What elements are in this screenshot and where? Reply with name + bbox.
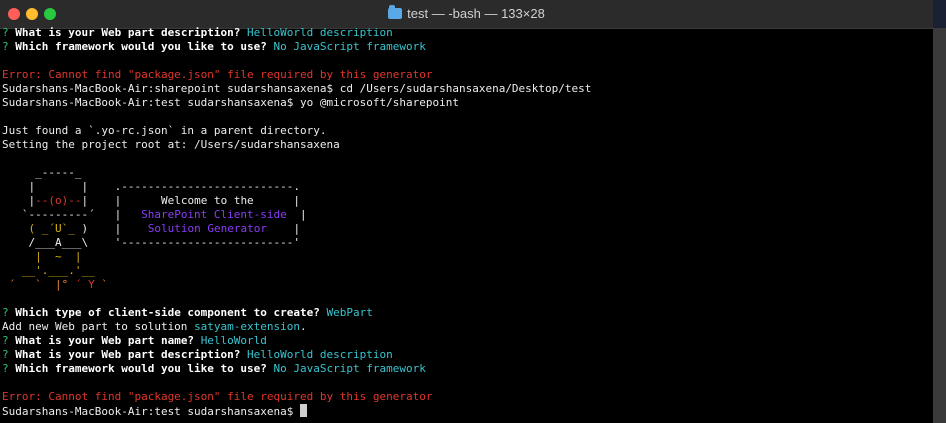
- terminal-text: |: [286, 208, 307, 221]
- terminal-text: No JavaScript framework: [273, 362, 426, 375]
- terminal-text: Which framework would you like to use?: [15, 362, 274, 375]
- terminal-text: Error: Cannot find "package.json" file r…: [2, 68, 433, 81]
- terminal-text: ?: [2, 26, 16, 39]
- terminal-text: Welcome to the: [160, 194, 254, 207]
- terminal-text: (: [2, 222, 42, 235]
- terminal-line: Sudarshans-MacBook-Air:test sudarshansax…: [2, 96, 931, 110]
- terminal-output[interactable]: ? What is your Web part description? Hel…: [2, 26, 931, 421]
- terminal-line: ´ ` |° ´ Y `: [2, 278, 931, 292]
- terminal-line: | | .--------------------------.: [2, 180, 931, 194]
- terminal-line: ? Which type of client-side component to…: [2, 306, 931, 320]
- terminal-text: .: [300, 320, 307, 333]
- terminal-text: ´: [2, 278, 36, 291]
- terminal-text: HelloWorld description: [247, 348, 393, 361]
- terminal-text: `---------´ |: [2, 208, 142, 221]
- terminal-text: ?: [2, 306, 16, 319]
- title-bar[interactable]: test — -bash — 133×28: [0, 0, 933, 29]
- terminal-text: Error: Cannot find "package.json" file r…: [2, 390, 433, 403]
- terminal-text: '--------------------------': [114, 236, 301, 249]
- terminal-text: | |: [2, 180, 115, 193]
- terminal-text: ?: [2, 348, 16, 361]
- terminal-text: WebPart: [326, 306, 373, 319]
- terminal-line: Just found a `.yo-rc.json` in a parent d…: [2, 124, 931, 138]
- terminal-text: | ~ |: [2, 250, 82, 263]
- terminal-text: --(o)--: [35, 194, 82, 207]
- text-cursor: [300, 404, 308, 417]
- terminal-text: What is your Web part name?: [15, 334, 201, 347]
- terminal-line: Sudarshans-MacBook-Air:test sudarshansax…: [2, 404, 931, 418]
- terminal-text: What is your Web part description?: [15, 348, 248, 361]
- terminal-text: satyam-extension: [194, 320, 301, 333]
- window-title-text: test — -bash — 133×28: [407, 6, 545, 21]
- terminal-line: __'.___.'__: [2, 264, 931, 278]
- terminal-text: Sudarshans-MacBook-Air:test sudarshansax…: [2, 96, 459, 109]
- terminal-text: __: [81, 264, 95, 277]
- terminal-line: ? What is your Web part description? Hel…: [2, 26, 931, 40]
- terminal-line: |--(o)--| | Welcome to the |: [2, 194, 931, 208]
- terminal-line: Sudarshans-MacBook-Air:sharepoint sudars…: [2, 82, 931, 96]
- terminal-text: Which type of client-side component to c…: [15, 306, 327, 319]
- terminal-line: /___A___\ '--------------------------': [2, 236, 931, 250]
- terminal-text: .--------------------------.: [114, 180, 301, 193]
- terminal-text: What is your Web part description?: [15, 26, 248, 39]
- terminal-text: Just found a `.yo-rc.json` in a parent d…: [2, 124, 327, 137]
- terminal-line: Setting the project root at: /Users/suda…: [2, 138, 931, 152]
- terminal-text: Sudarshans-MacBook-Air:sharepoint sudars…: [2, 82, 592, 95]
- terminal-text: Setting the project root at: /Users/suda…: [2, 138, 340, 151]
- terminal-text: _-----_: [2, 166, 82, 179]
- folder-icon: [388, 5, 403, 19]
- terminal-text: _´U`_: [41, 222, 75, 235]
- terminal-line: Add new Web part to solution satyam-exte…: [2, 320, 931, 334]
- terminal-text: ?: [2, 334, 16, 347]
- terminal-text: | |: [81, 194, 161, 207]
- terminal-text: SharePoint Client-side: [141, 208, 287, 221]
- terminal-line: ? What is your Web part description? Hel…: [2, 348, 931, 362]
- terminal-line: ( _´U`_ ) | Solution Generator |: [2, 222, 931, 236]
- terminal-text: HelloWorld: [200, 334, 267, 347]
- terminal-line: ? Which framework would you like to use?…: [2, 362, 931, 376]
- terminal-text: ) |: [74, 222, 148, 235]
- terminal-text: ?: [2, 40, 16, 53]
- terminal-line: `---------´ | SharePoint Client-side |: [2, 208, 931, 222]
- terminal-window: test — -bash — 133×28 ? What is your Web…: [0, 0, 933, 423]
- terminal-text: Sudarshans-MacBook-Air:test sudarshansax…: [2, 405, 301, 418]
- terminal-line: ? What is your Web part name? HelloWorld: [2, 334, 931, 348]
- terminal-line: Error: Cannot find "package.json" file r…: [2, 68, 931, 82]
- terminal-text: HelloWorld description: [247, 26, 393, 39]
- terminal-line: Error: Cannot find "package.json" file r…: [2, 390, 931, 404]
- terminal-text: ` |°: [35, 278, 75, 291]
- terminal-text: ´ Y: [74, 278, 102, 291]
- window-title: test — -bash — 133×28: [0, 0, 933, 28]
- scrollbar[interactable]: [933, 28, 946, 423]
- terminal-text: Solution Generator: [147, 222, 267, 235]
- terminal-text: __: [2, 264, 36, 277]
- terminal-text: `: [101, 278, 108, 291]
- terminal-text: '.___.': [35, 264, 82, 277]
- terminal-text: |: [253, 194, 301, 207]
- terminal-text: /___A___\: [2, 236, 115, 249]
- terminal-line: | ~ |: [2, 250, 931, 264]
- terminal-line: _-----_: [2, 166, 931, 180]
- terminal-text: |: [266, 222, 301, 235]
- terminal-line: ? Which framework would you like to use?…: [2, 40, 931, 54]
- terminal-text: No JavaScript framework: [273, 40, 426, 53]
- terminal-text: Which framework would you like to use?: [15, 40, 274, 53]
- terminal-text: |: [2, 194, 36, 207]
- terminal-text: Add new Web part to solution: [2, 320, 195, 333]
- terminal-text: ?: [2, 362, 16, 375]
